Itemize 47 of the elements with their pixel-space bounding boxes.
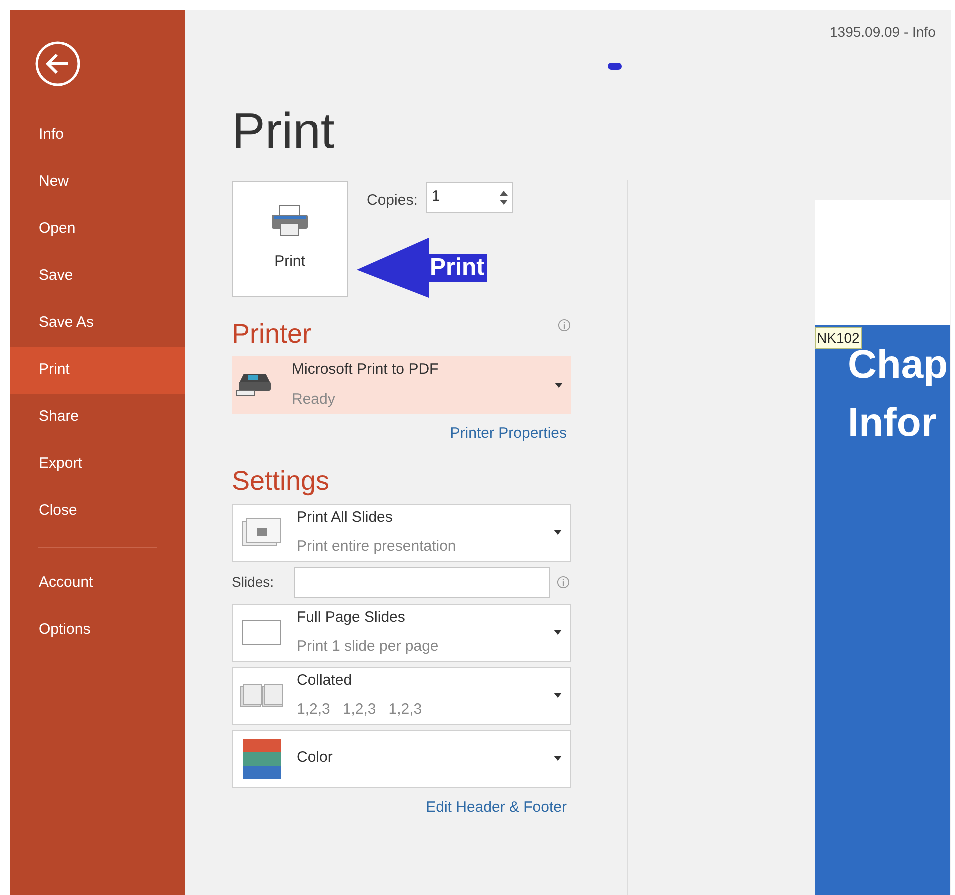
dropdown-caret-icon [554,756,562,761]
comment-tag: NK102 [815,327,862,349]
sidebar-item[interactable]: Info [10,112,185,159]
sidebar-item[interactable]: New [10,159,185,206]
copies-label: Copies: [367,191,418,211]
document-title: 1395.09.09 - Info [830,23,936,42]
sidebar-item[interactable]: Save As [10,300,185,347]
back-icon[interactable] [34,40,82,88]
settings-heading: Settings [232,468,331,494]
printer-icon [236,372,272,398]
page-title: Print [232,106,336,156]
sidebar-item[interactable]: Share [10,394,185,441]
spinner-arrows-icon [500,190,508,204]
printer-properties-link[interactable]: Printer Properties [450,423,567,446]
dropdown-caret-icon [555,382,563,388]
dropdown-caret-icon [554,630,562,635]
slide-page-icon [242,618,282,648]
slides-input-field[interactable] [294,567,550,598]
print-button[interactable]: Print [232,181,348,297]
color-swatch-icon [243,738,281,778]
settings-dropdown[interactable]: Color [232,730,571,788]
sidebar-item[interactable]: Close [10,488,185,535]
sidebar-item[interactable]: Print [10,347,185,394]
slide-title-text: Infor [848,401,938,445]
sidebar-item[interactable]: Save [10,253,185,300]
printer-icon [270,204,310,237]
info-icon [557,576,570,589]
slides-label: Slides: [232,573,276,592]
left-arrow-icon [357,238,432,298]
dropdown-caret-icon [554,693,562,698]
annotation-label: Print [428,254,487,282]
dropdown-caret-icon [554,530,562,535]
printer-dropdown[interactable]: Microsoft Print to PDF Ready [232,356,571,414]
printer-heading: Printer [232,321,312,348]
copies-spinner[interactable]: 1 [426,182,513,213]
dash-mark [608,63,622,70]
sidebar-item[interactable]: Account [10,560,185,607]
info-icon [558,319,571,332]
settings-dropdown[interactable]: Full Page Slides Print 1 slide per page [232,604,571,662]
settings-dropdown[interactable]: Print All Slides Print entire presentation [232,504,571,562]
collate-icon [240,684,284,708]
edit-header-footer-link[interactable]: Edit Header & Footer [426,796,567,819]
sidebar-item[interactable]: Options [10,607,185,654]
sidebar-item[interactable]: Open [10,206,185,253]
settings-dropdown[interactable]: Collated 1,2,3 1,2,3 1,2,3 [232,666,571,724]
slides-icon [242,518,282,548]
sidebar-item[interactable]: Export [10,441,185,488]
